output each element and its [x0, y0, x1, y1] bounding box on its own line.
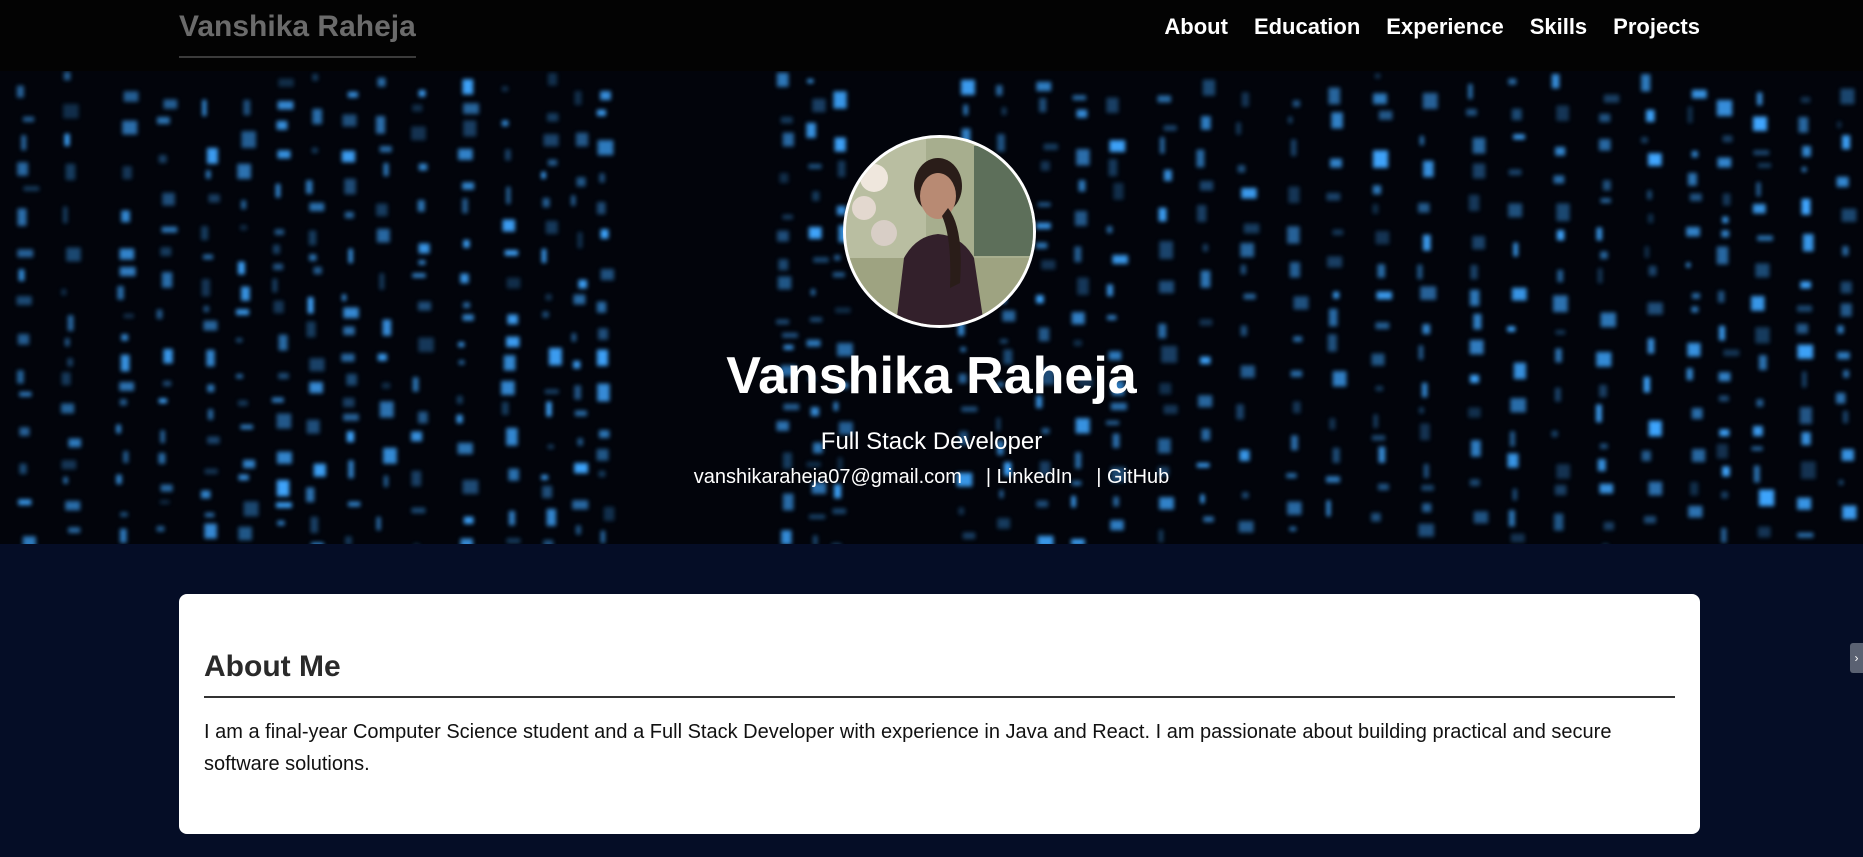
nav-links: About Education Experience Skills Projec… [1164, 14, 1700, 40]
linkedin-link[interactable]: | LinkedIn [986, 466, 1072, 489]
hero-role: Full Stack Developer [820, 428, 1043, 455]
chevron-right-icon[interactable]: › [1850, 643, 1863, 673]
about-section-card: About Me I am a final-year Computer Scie… [179, 594, 1700, 834]
nav-link-projects[interactable]: Projects [1613, 14, 1700, 40]
nav-link-skills[interactable]: Skills [1530, 14, 1587, 40]
email-link[interactable]: vanshikaraheja07@gmail.com [694, 466, 962, 489]
profile-avatar [843, 135, 1036, 328]
brand-logo-text[interactable]: Vanshika Raheja [179, 10, 416, 58]
profile-photo [846, 138, 1033, 325]
contact-links: vanshikaraheja07@gmail.com | LinkedIn | … [0, 466, 1863, 489]
github-link[interactable]: | GitHub [1096, 466, 1169, 489]
hero-name: Vanshika Raheja [726, 347, 1137, 405]
nav-link-education[interactable]: Education [1254, 14, 1360, 40]
nav-link-experience[interactable]: Experience [1386, 14, 1503, 40]
about-paragraph: I am a final-year Computer Science stude… [204, 721, 1612, 775]
nav-link-about[interactable]: About [1164, 14, 1228, 40]
hero-section: Vanshika Raheja Full Stack Developer van… [0, 71, 1863, 544]
top-navbar: Vanshika Raheja About Education Experien… [0, 0, 1863, 71]
about-heading: About Me [204, 594, 1675, 698]
hero-content: Vanshika Raheja Full Stack Developer van… [0, 71, 1863, 544]
